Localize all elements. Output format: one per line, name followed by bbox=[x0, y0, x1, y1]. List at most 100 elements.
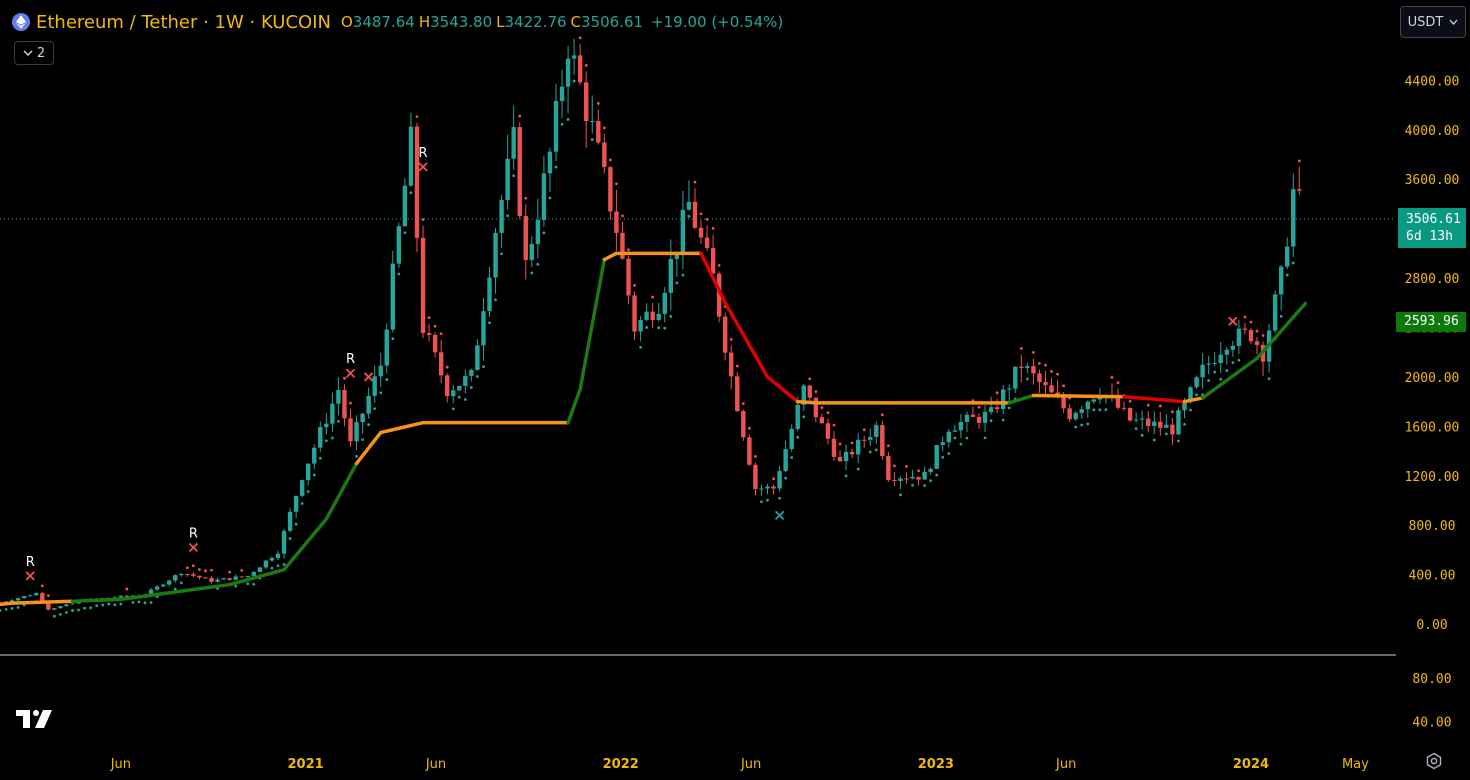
indicator-dot bbox=[905, 465, 908, 468]
candle-body bbox=[988, 407, 994, 413]
tradingview-logo[interactable] bbox=[16, 708, 58, 730]
indicator-dot bbox=[590, 138, 594, 141]
indicator-dot bbox=[844, 474, 848, 478]
gear-icon[interactable] bbox=[1425, 752, 1443, 770]
symbol-title[interactable]: Ethereum / Tether · 1W · KUCOIN bbox=[36, 12, 331, 33]
indicator-dot bbox=[893, 464, 896, 468]
indicator-dot bbox=[675, 281, 679, 285]
chevron-down-icon bbox=[23, 50, 33, 56]
candle bbox=[741, 409, 746, 441]
candle bbox=[239, 576, 244, 578]
x-tick-label: Jun bbox=[1055, 757, 1076, 772]
indicator-dot bbox=[355, 454, 358, 458]
indicator-dot bbox=[337, 419, 340, 423]
candle-body bbox=[1091, 399, 1097, 402]
candle bbox=[420, 225, 426, 339]
indicator-dot bbox=[439, 332, 443, 336]
lower-tick-label: 80.00 bbox=[1412, 672, 1451, 687]
candle-body bbox=[420, 237, 426, 334]
indicator-dot bbox=[566, 118, 570, 121]
candle-body bbox=[1218, 354, 1223, 363]
indicator-dot bbox=[143, 601, 147, 605]
candle-body bbox=[632, 295, 637, 332]
indicator-dot bbox=[361, 438, 364, 442]
candle-body bbox=[1278, 266, 1284, 295]
candle bbox=[1272, 290, 1278, 334]
candle-body bbox=[203, 577, 208, 579]
y-tick-label: 2800.00 bbox=[1405, 272, 1460, 287]
indicator-dot bbox=[1025, 377, 1029, 381]
indicator-dot bbox=[240, 568, 244, 572]
candle bbox=[58, 605, 63, 609]
indicator-dot bbox=[379, 391, 383, 395]
candle-body bbox=[1133, 419, 1139, 421]
indicator-dot bbox=[826, 411, 830, 415]
candle-body bbox=[874, 425, 879, 437]
indicator-dot bbox=[602, 126, 606, 130]
indicator-dot bbox=[107, 602, 111, 606]
indicator-dot bbox=[512, 174, 516, 178]
currency-select[interactable]: USDT bbox=[1400, 6, 1466, 38]
indicator-dot bbox=[330, 436, 334, 440]
indicator-dot bbox=[324, 439, 328, 443]
chart-canvas[interactable]: R R R R 0.00 400.00 800.00 1200.00 1600.00 2000.… bbox=[0, 0, 1470, 780]
indicator-dot bbox=[276, 564, 280, 568]
y-tick-label: 1200.00 bbox=[1405, 470, 1460, 485]
candle-body bbox=[880, 425, 885, 457]
indicator-dot bbox=[1219, 377, 1223, 381]
indicator-dot bbox=[778, 496, 781, 500]
candle-body bbox=[493, 232, 498, 278]
indicator-dot bbox=[1213, 370, 1217, 374]
collapse-indicators-button[interactable]: 2 bbox=[14, 41, 54, 65]
candle-body bbox=[481, 311, 486, 346]
candle-body bbox=[559, 86, 565, 102]
candle-body bbox=[330, 403, 335, 424]
candle-body bbox=[227, 578, 232, 580]
indicator-dot bbox=[947, 452, 951, 455]
lower-tick-label: 40.00 bbox=[1412, 715, 1451, 730]
indicator-dot bbox=[663, 326, 667, 330]
candle-body bbox=[771, 486, 776, 489]
candle-body bbox=[432, 334, 438, 353]
bar-countdown: 6d 13h bbox=[1406, 229, 1453, 244]
y-tick-label: 2000.00 bbox=[1405, 371, 1460, 386]
candle-body bbox=[487, 277, 492, 312]
candle-body bbox=[855, 439, 861, 455]
indicator-dot bbox=[1152, 438, 1156, 442]
indicator-dot bbox=[228, 570, 232, 574]
indicator-dot bbox=[578, 36, 582, 40]
candle-body bbox=[306, 463, 311, 481]
indicator-dot bbox=[65, 611, 68, 614]
candle-body bbox=[994, 407, 1000, 410]
candle-body bbox=[904, 478, 909, 480]
candle-body bbox=[408, 126, 414, 186]
candle-body bbox=[952, 430, 958, 432]
indicator-dot bbox=[862, 428, 866, 432]
trend-segment bbox=[0, 601, 14, 607]
candle-body bbox=[173, 575, 178, 581]
currency-label: USDT bbox=[1407, 14, 1444, 30]
indicator-dot bbox=[403, 231, 407, 235]
candle-body bbox=[1079, 409, 1084, 413]
candle-body bbox=[215, 579, 220, 582]
candle-body bbox=[783, 449, 788, 472]
indicator-count: 2 bbox=[36, 45, 46, 61]
candle-body bbox=[795, 404, 800, 429]
indicator-dot bbox=[554, 165, 558, 169]
indicator-dot bbox=[210, 568, 213, 572]
marker-label: R bbox=[26, 555, 35, 570]
candle-body bbox=[64, 604, 69, 607]
last-price-value: 3506.61 bbox=[1406, 212, 1461, 227]
indicator-dot bbox=[941, 455, 945, 459]
indicator-dot bbox=[953, 436, 957, 440]
indicator-dot bbox=[874, 448, 878, 452]
indicator-dot bbox=[760, 500, 763, 504]
indicator-dot bbox=[101, 603, 105, 607]
indicator-dot bbox=[1164, 432, 1168, 436]
candle-body bbox=[662, 292, 667, 314]
indicator-dot bbox=[204, 569, 207, 573]
candle-body bbox=[348, 418, 353, 442]
candle bbox=[257, 566, 263, 572]
y-tick-label: 400.00 bbox=[1409, 569, 1456, 584]
candle-body bbox=[1127, 407, 1133, 421]
